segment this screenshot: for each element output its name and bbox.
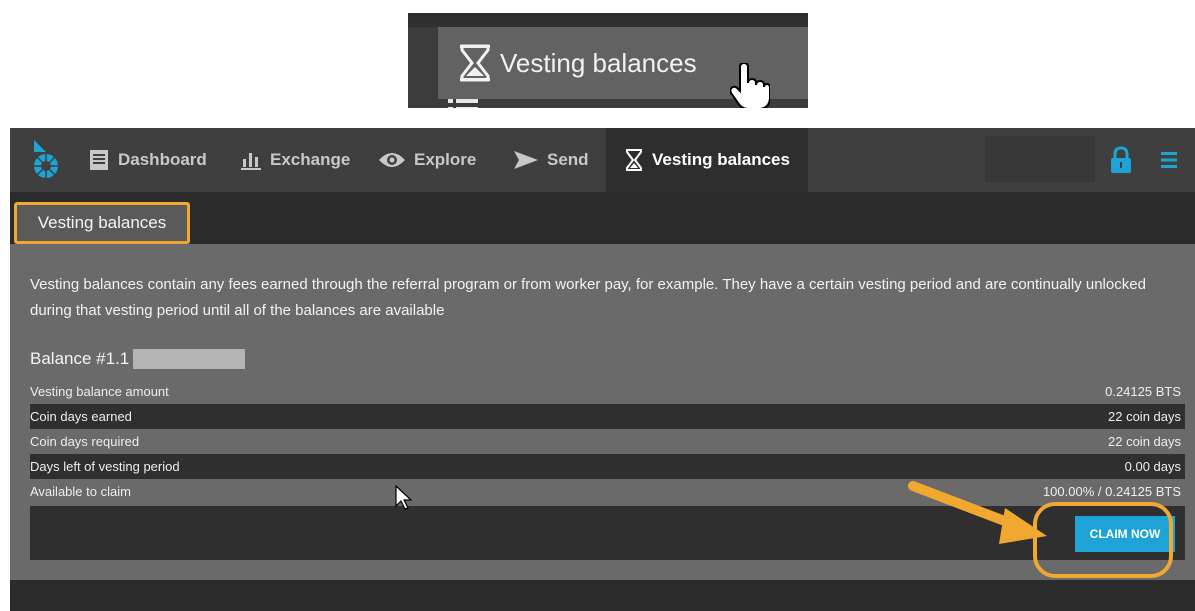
subtab-vesting-balances[interactable]: Vesting balances [14, 202, 190, 244]
nav-label-dashboard: Dashboard [118, 150, 207, 169]
annotation-arrow-icon [908, 481, 1047, 544]
row-value: 22 coin days [1108, 434, 1181, 449]
table-row: Days left of vesting period 0.00 days [30, 454, 1185, 479]
nav-label-vesting: Vesting balances [652, 150, 790, 169]
hourglass-icon [626, 149, 643, 171]
nav-tab-explore[interactable]: Explore [378, 128, 476, 192]
nav-tab-send[interactable]: Send [513, 128, 589, 192]
exchange-chart-icon [241, 153, 261, 170]
hamburger-icon[interactable] [1160, 150, 1178, 170]
header-blank-box [985, 136, 1095, 182]
inset-top-strip [408, 13, 808, 27]
row-value: 0.24125 BTS [1105, 384, 1181, 399]
dashboard-icon [90, 150, 108, 170]
nav-tab-dashboard[interactable]: Dashboard [88, 128, 207, 192]
table-row: Vesting balance amount 0.24125 BTS [30, 379, 1185, 404]
row-key: Coin days earned [30, 409, 132, 424]
balance-id-label: Balance #1.1 [30, 349, 130, 368]
row-key: Days left of vesting period [30, 459, 180, 474]
balance-title: Balance #1.1 [30, 349, 246, 369]
nav-label-exchange: Exchange [270, 150, 351, 169]
zoomed-menu-inset: Vesting balances [408, 13, 808, 108]
row-value: 22 coin days [1108, 409, 1181, 424]
list-icon [448, 99, 478, 108]
row-value: 100.00% / 0.24125 BTS [1042, 484, 1181, 499]
nav-tab-vesting-balances[interactable]: Vesting balances [606, 128, 808, 192]
table-row: Coin days required 22 coin days [30, 429, 1185, 454]
vesting-content-panel: Vesting balances contain any fees earned… [10, 244, 1195, 610]
mouse-cursor-icon [395, 485, 413, 510]
inset-menu-item-next[interactable] [448, 99, 478, 108]
eye-icon [379, 153, 405, 167]
vesting-description: Vesting balances contain any fees earned… [30, 276, 1146, 319]
hand-pointer-cursor-icon [730, 63, 770, 108]
nav-label-explore: Explore [414, 150, 477, 169]
lock-icon[interactable] [1110, 146, 1132, 174]
redacted-balance-id [133, 349, 246, 369]
bitshares-logo-icon [34, 140, 58, 178]
nav-label-send: Send [547, 150, 589, 169]
footer-bar [10, 580, 1195, 611]
table-row: Coin days earned 22 coin days [30, 404, 1185, 429]
inset-menu-label: Vesting balances [500, 47, 697, 78]
top-navigation-bar: Dashboard Exchange Explore Send Vesting … [10, 128, 1195, 192]
row-key: Available to claim [30, 484, 131, 499]
send-arrow-icon [514, 151, 538, 169]
row-key: Vesting balance amount [30, 384, 169, 399]
hourglass-icon [460, 44, 490, 82]
nav-tab-exchange[interactable]: Exchange [240, 128, 350, 192]
row-value: 0.00 days [1124, 459, 1181, 474]
row-key: Coin days required [30, 434, 140, 449]
